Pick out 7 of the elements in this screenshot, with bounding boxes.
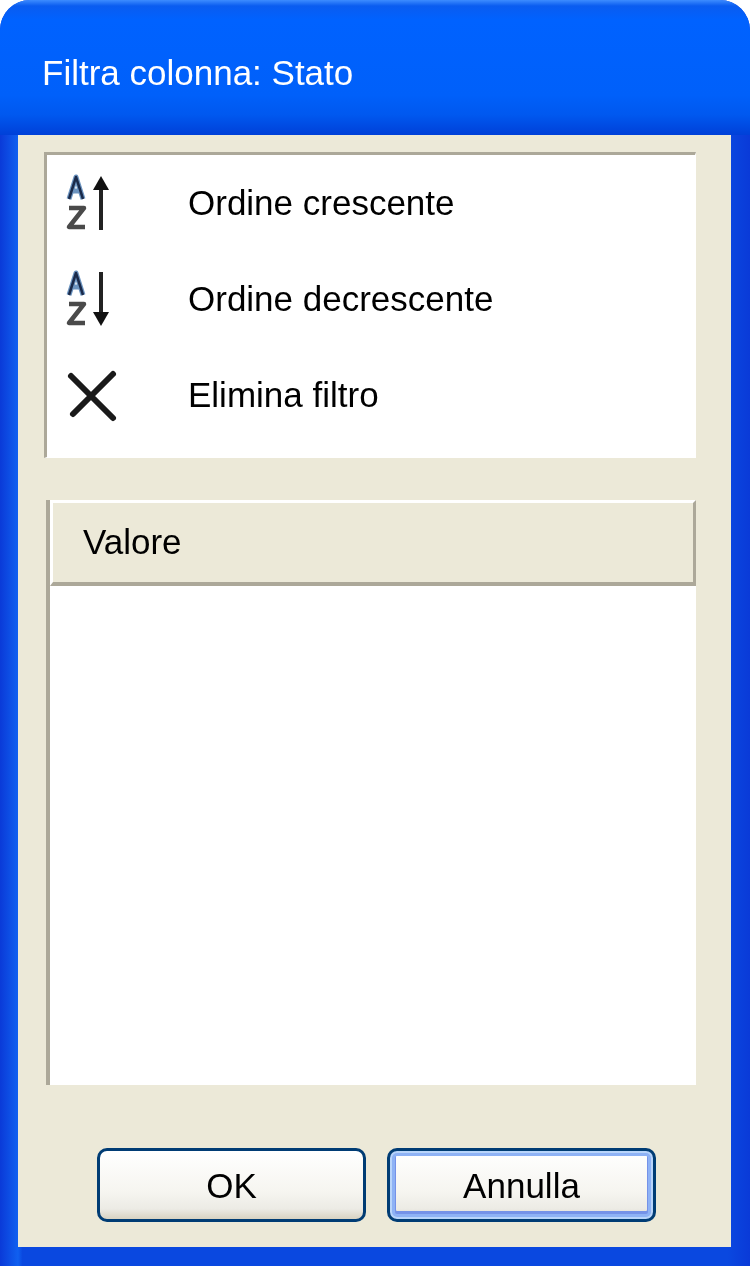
ok-button[interactable]: OK	[97, 1148, 366, 1222]
menu-item[interactable]: Ordine crescente	[47, 155, 695, 251]
menu-item[interactable]: Elimina filtro	[47, 347, 695, 443]
menu-item[interactable]: Ordine decrescente	[47, 251, 695, 347]
column-header[interactable]: Valore	[50, 500, 696, 586]
cancel-button[interactable]: Annulla	[387, 1148, 656, 1222]
window-title: Filtra colonna: Stato	[42, 55, 354, 90]
